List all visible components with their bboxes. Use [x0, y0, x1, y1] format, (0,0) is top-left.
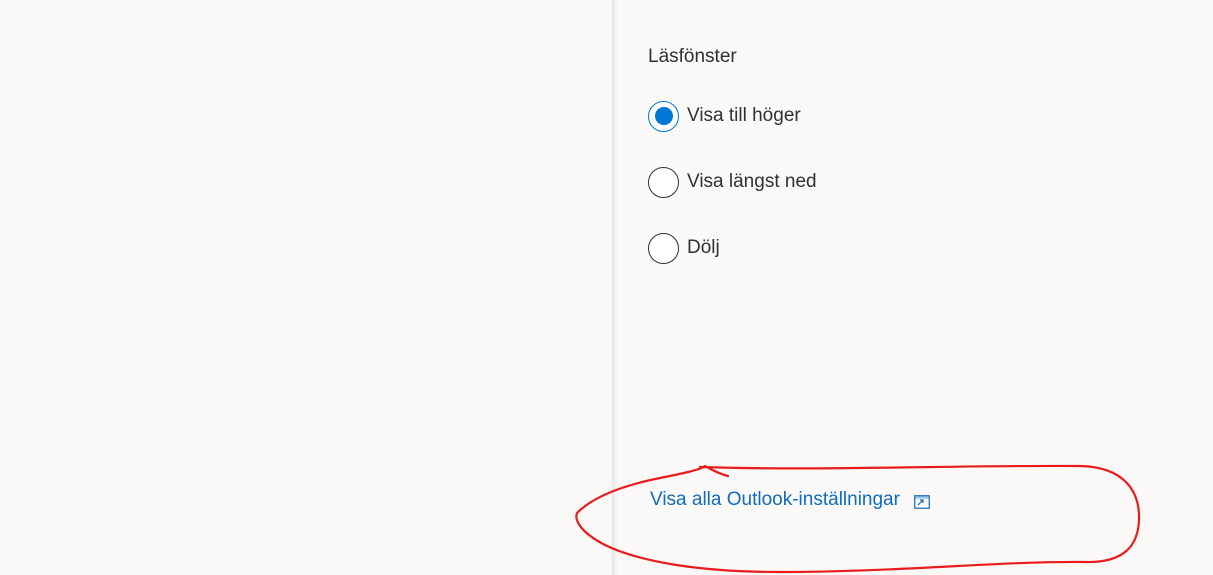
reading-pane-radio-group: Visa till höger Visa längst ned Dölj — [648, 98, 817, 296]
left-pane — [0, 0, 612, 575]
radio-label: Visa längst ned — [687, 171, 817, 192]
radio-option-show-right[interactable]: Visa till höger — [648, 98, 817, 134]
view-all-outlook-settings-link[interactable]: Visa alla Outlook-inställningar — [650, 489, 930, 511]
radio-label: Dölj — [687, 237, 720, 258]
radio-option-hide[interactable]: Dölj — [648, 230, 817, 266]
open-external-icon — [914, 493, 930, 509]
radio-option-show-bottom[interactable]: Visa längst ned — [648, 164, 817, 200]
pane-divider — [612, 0, 619, 575]
radio-button-checked[interactable] — [648, 100, 679, 132]
radio-button[interactable] — [648, 166, 679, 198]
settings-link-label: Visa alla Outlook-inställningar — [650, 489, 900, 510]
radio-button[interactable] — [648, 232, 679, 264]
reading-pane-title: Läsfönster — [648, 46, 737, 67]
quick-settings-panel: Läsfönster Visa till höger Visa längst n… — [619, 0, 1213, 575]
radio-label: Visa till höger — [687, 105, 801, 126]
